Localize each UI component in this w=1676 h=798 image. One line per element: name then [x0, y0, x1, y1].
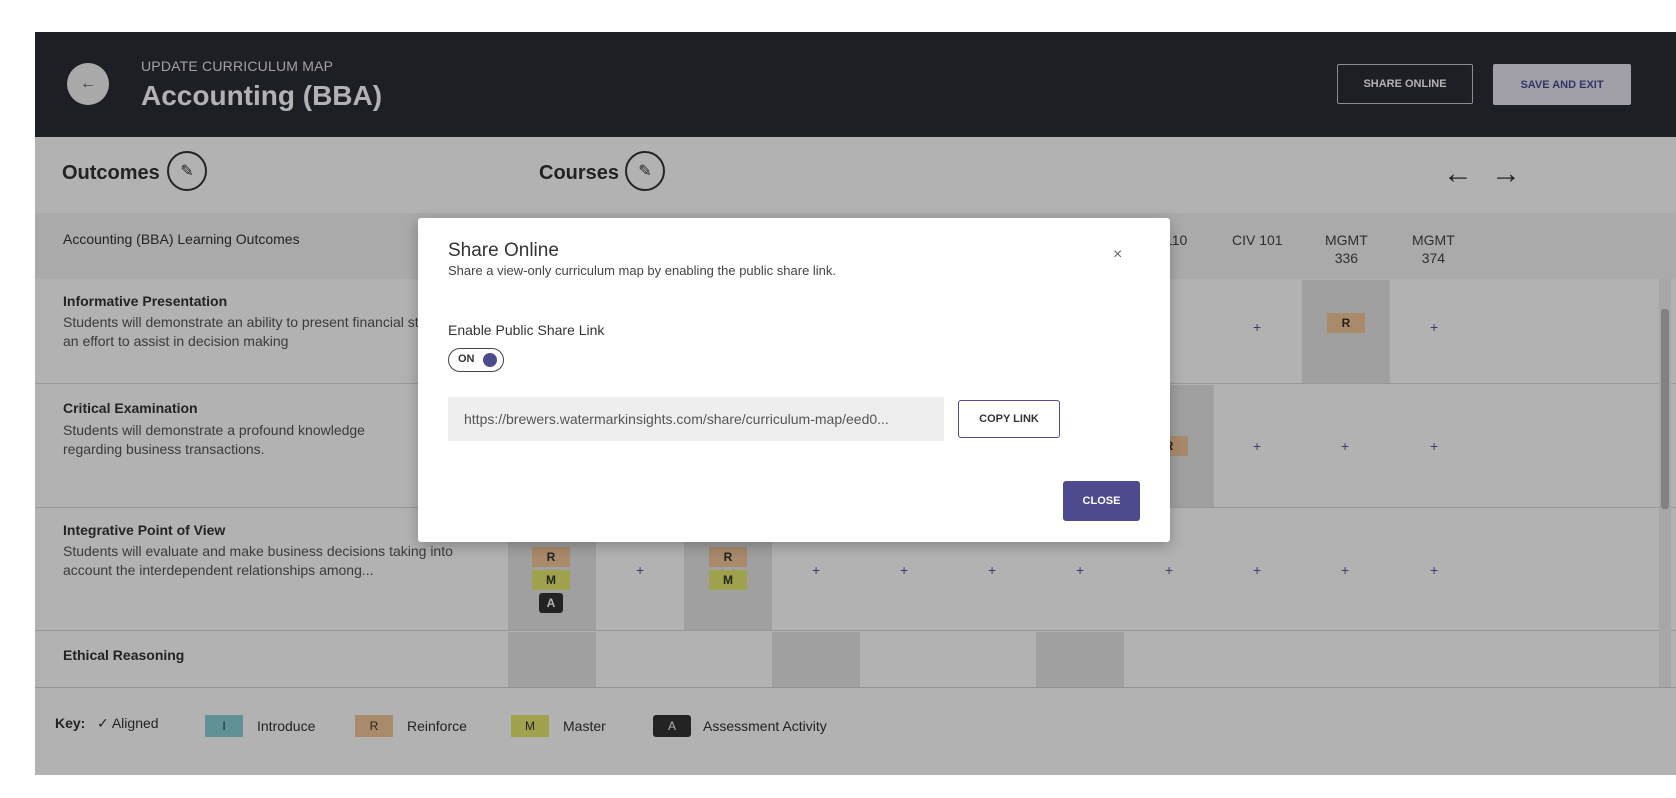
copy-link-button[interactable]: COPY LINK — [958, 400, 1060, 438]
toggle-knob — [483, 353, 497, 367]
close-icon[interactable]: × — [1113, 246, 1122, 264]
toggle-state-text: ON — [458, 353, 475, 365]
share-link-field[interactable] — [448, 397, 944, 441]
enable-share-link-label: Enable Public Share Link — [448, 322, 605, 338]
dialog-subtitle: Share a view-only curriculum map by enab… — [448, 263, 837, 278]
dialog-title: Share Online — [448, 240, 559, 261]
close-button[interactable]: CLOSE — [1063, 481, 1140, 521]
share-online-dialog: Share Online Share a view-only curriculu… — [418, 218, 1170, 542]
share-link-toggle[interactable]: ON — [448, 348, 504, 372]
